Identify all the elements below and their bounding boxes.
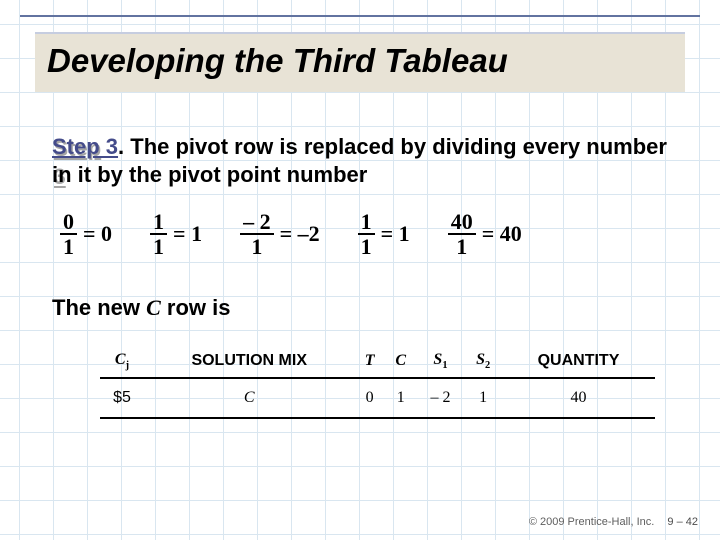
numerator: 0	[60, 210, 77, 233]
cell-qty: 40	[502, 378, 655, 418]
page-title: Developing the Third Tableau	[47, 42, 673, 80]
cell-c: 1	[385, 378, 417, 418]
cell-t: 0	[355, 378, 385, 418]
new-row-pre: The new	[52, 295, 146, 320]
denominator: 1	[358, 235, 375, 258]
denominator: 1	[248, 235, 265, 258]
tableau-table: Cj SOLUTION MIX T C S1 S2 QUANTITY $5 C …	[100, 345, 655, 419]
copyright: © 2009 Prentice-Hall, Inc.	[529, 516, 655, 528]
numerator: 1	[150, 210, 167, 233]
numerator: 1	[358, 210, 375, 233]
step-paragraph: Step 3 Step 3 . The pivot row is replace…	[52, 133, 668, 189]
denominator: 1	[60, 235, 77, 258]
equation-2: 1 1 = 1	[150, 210, 202, 258]
cell-cj: $5	[100, 378, 144, 418]
equation-result: = 1	[381, 221, 410, 247]
title-band: Developing the Third Tableau	[35, 32, 685, 92]
denominator: 1	[150, 235, 167, 258]
col-cj: Cj	[100, 345, 144, 378]
numerator: – 2	[240, 210, 274, 233]
step-text: . The pivot row is replaced by dividing …	[52, 134, 667, 187]
new-row-label: The new C row is	[52, 295, 231, 321]
equation-result: = –2	[280, 221, 320, 247]
new-row-var: C	[146, 295, 161, 320]
equation-result: = 0	[83, 221, 112, 247]
col-quantity: QUANTITY	[502, 345, 655, 378]
col-solution-mix: SOLUTION MIX	[144, 345, 355, 378]
equation-5: 40 1 = 40	[448, 210, 522, 258]
equation-3: – 2 1 = –2	[240, 210, 320, 258]
step-label: Step 3 Step 3	[52, 133, 118, 161]
denominator: 1	[453, 235, 470, 258]
fraction: 40 1	[448, 210, 476, 258]
fraction: 1 1	[358, 210, 375, 258]
footer: © 2009 Prentice-Hall, Inc. 9 – 42	[529, 516, 698, 528]
tableau-header-row: Cj SOLUTION MIX T C S1 S2 QUANTITY	[100, 345, 655, 378]
top-rule	[20, 15, 700, 17]
equation-result: = 40	[482, 221, 522, 247]
numerator: 40	[448, 210, 476, 233]
cell-s1: – 2	[417, 378, 465, 418]
col-s2: S2	[464, 345, 502, 378]
cell-solution-mix: C	[144, 378, 355, 418]
col-c: C	[385, 345, 417, 378]
equation-result: = 1	[173, 221, 202, 247]
new-row-post: row is	[161, 295, 231, 320]
step-label-text: Step 3	[52, 134, 118, 159]
equations-row: 0 1 = 0 1 1 = 1 – 2 1 = –2 1 1 = 1 40	[60, 210, 522, 258]
fraction: 0 1	[60, 210, 77, 258]
page-number: 9 – 42	[667, 516, 698, 528]
equation-1: 0 1 = 0	[60, 210, 112, 258]
col-s1: S1	[417, 345, 465, 378]
equation-4: 1 1 = 1	[358, 210, 410, 258]
cell-s2: 1	[464, 378, 502, 418]
tableau: Cj SOLUTION MIX T C S1 S2 QUANTITY $5 C …	[100, 345, 655, 419]
col-t: T	[355, 345, 385, 378]
table-row: $5 C 0 1 – 2 1 40	[100, 378, 655, 418]
fraction: 1 1	[150, 210, 167, 258]
fraction: – 2 1	[240, 210, 274, 258]
